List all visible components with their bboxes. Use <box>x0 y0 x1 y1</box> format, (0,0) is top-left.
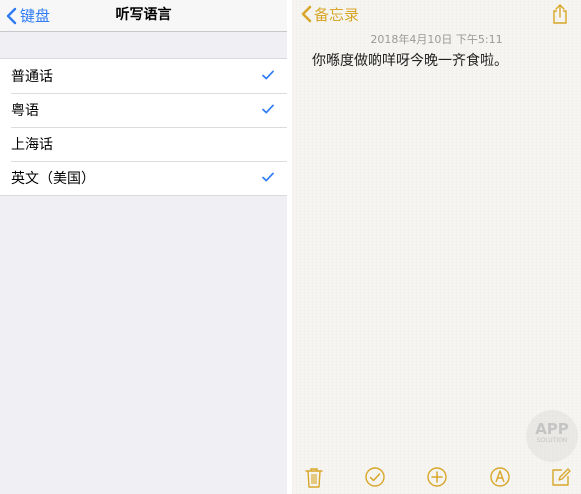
language-label: 粤语 <box>11 103 39 119</box>
watermark-main-text: APP <box>535 420 569 438</box>
back-to-notes-button[interactable]: 备忘录 <box>300 3 359 25</box>
language-label: 普通话 <box>11 69 53 85</box>
note-body-text[interactable]: 你喺度做啲咩呀今晚一齐食啦。 <box>312 50 571 70</box>
note-timestamp: 2018年4月10日 下午5:11 <box>370 33 503 46</box>
notes-screen: 备忘录 2018年4月10日 下午5:11 你喺度做啲咩呀今晚一齐食啦。 APP… <box>292 0 581 494</box>
language-label: 上海话 <box>11 137 53 153</box>
checklist-icon[interactable] <box>364 466 386 488</box>
share-icon[interactable] <box>551 3 569 25</box>
language-label: 英文（美国） <box>11 171 95 187</box>
trash-icon[interactable] <box>303 466 325 488</box>
add-icon[interactable] <box>426 466 448 488</box>
language-list: 普通话粤语上海话英文（美国） <box>0 58 287 196</box>
language-row[interactable]: 普通话 <box>0 59 287 93</box>
markup-icon[interactable] <box>489 466 511 488</box>
language-row[interactable]: 上海话 <box>0 127 287 161</box>
watermark-logo: APP SOLUTION <box>526 410 578 462</box>
watermark-sub-text: SOLUTION <box>536 437 568 444</box>
screenshot-root: 键盘 听写语言 普通话粤语上海话英文（美国） 备忘录 2018年4月10日 下午… <box>0 0 581 494</box>
navigation-bar: 键盘 听写语言 <box>0 0 287 32</box>
compose-icon[interactable] <box>550 466 572 488</box>
dictation-language-screen: 键盘 听写语言 普通话粤语上海话英文（美国） <box>0 0 287 494</box>
language-row[interactable]: 粤语 <box>0 93 287 127</box>
checkmark-icon <box>262 172 274 182</box>
page-title: 听写语言 <box>115 7 172 23</box>
notes-back-label: 备忘录 <box>314 5 360 24</box>
language-row[interactable]: 英文（美国） <box>0 161 287 195</box>
checkmark-icon <box>262 104 274 114</box>
chevron-left-icon <box>300 4 314 24</box>
checkmark-icon <box>262 70 274 80</box>
